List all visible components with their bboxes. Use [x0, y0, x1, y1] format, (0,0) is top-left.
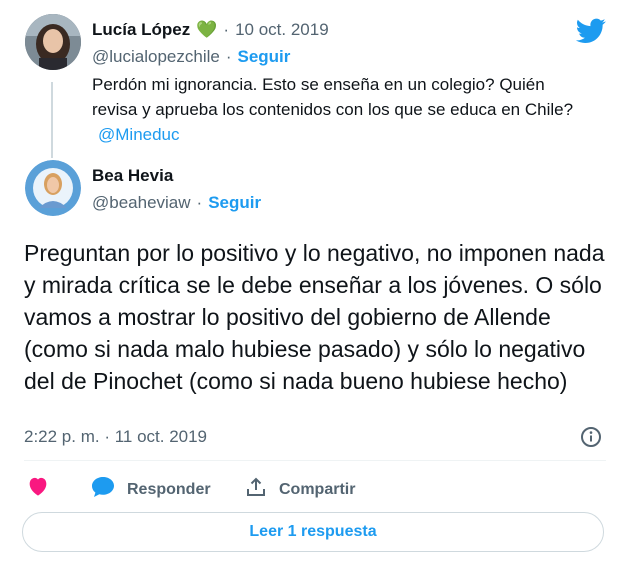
twitter-bird-icon[interactable]: [575, 18, 606, 44]
main-handle[interactable]: @beaheviaw: [92, 193, 191, 213]
separator: ·: [225, 47, 232, 66]
quoted-tweet-text: Perdón mi ignorancia. Esto se enseña en …: [92, 72, 592, 147]
share-label: Compartir: [279, 480, 356, 498]
avatar-bea[interactable]: [25, 160, 81, 216]
separator: ·: [196, 193, 203, 212]
tweet-timestamp[interactable]: 2:22 p. m. · 11 oct. 2019: [24, 427, 207, 447]
quoted-date[interactable]: 10 oct. 2019: [235, 20, 329, 40]
main-follow-button[interactable]: Seguir: [208, 193, 261, 213]
quoted-text-body: Perdón mi ignorancia. Esto se enseña en …: [92, 75, 574, 119]
main-tweet-text: Preguntan por lo positivo y lo negativo,…: [24, 240, 605, 394]
speech-bubble-icon: [91, 476, 115, 503]
separator: ·: [223, 20, 230, 39]
read-replies-label: Leer 1 respuesta: [249, 523, 377, 540]
quoted-handle[interactable]: @lucialopezchile: [92, 47, 220, 67]
green-heart-icon: 💚: [196, 20, 218, 39]
heart-icon: [27, 476, 49, 501]
quoted-author-name[interactable]: Lucía López: [92, 20, 190, 40]
reply-label: Responder: [127, 480, 211, 498]
reply-button[interactable]: Responder: [91, 476, 211, 503]
tweet-embed-card: Lucía López 💚 · 10 oct. 2019 @lucialopez…: [0, 0, 629, 563]
share-icon: [245, 476, 267, 503]
thread-connector-line: [51, 82, 53, 158]
main-author-name[interactable]: Bea Hevia: [92, 166, 173, 185]
quoted-follow-button[interactable]: Seguir: [238, 47, 291, 67]
info-icon[interactable]: [580, 426, 602, 448]
share-button[interactable]: Compartir: [245, 476, 355, 503]
mention-link[interactable]: @Mineduc: [98, 125, 180, 144]
avatar-lucia[interactable]: [25, 14, 81, 70]
read-replies-button[interactable]: Leer 1 respuesta: [22, 512, 604, 552]
like-button[interactable]: [27, 476, 49, 501]
divider: [24, 460, 606, 461]
